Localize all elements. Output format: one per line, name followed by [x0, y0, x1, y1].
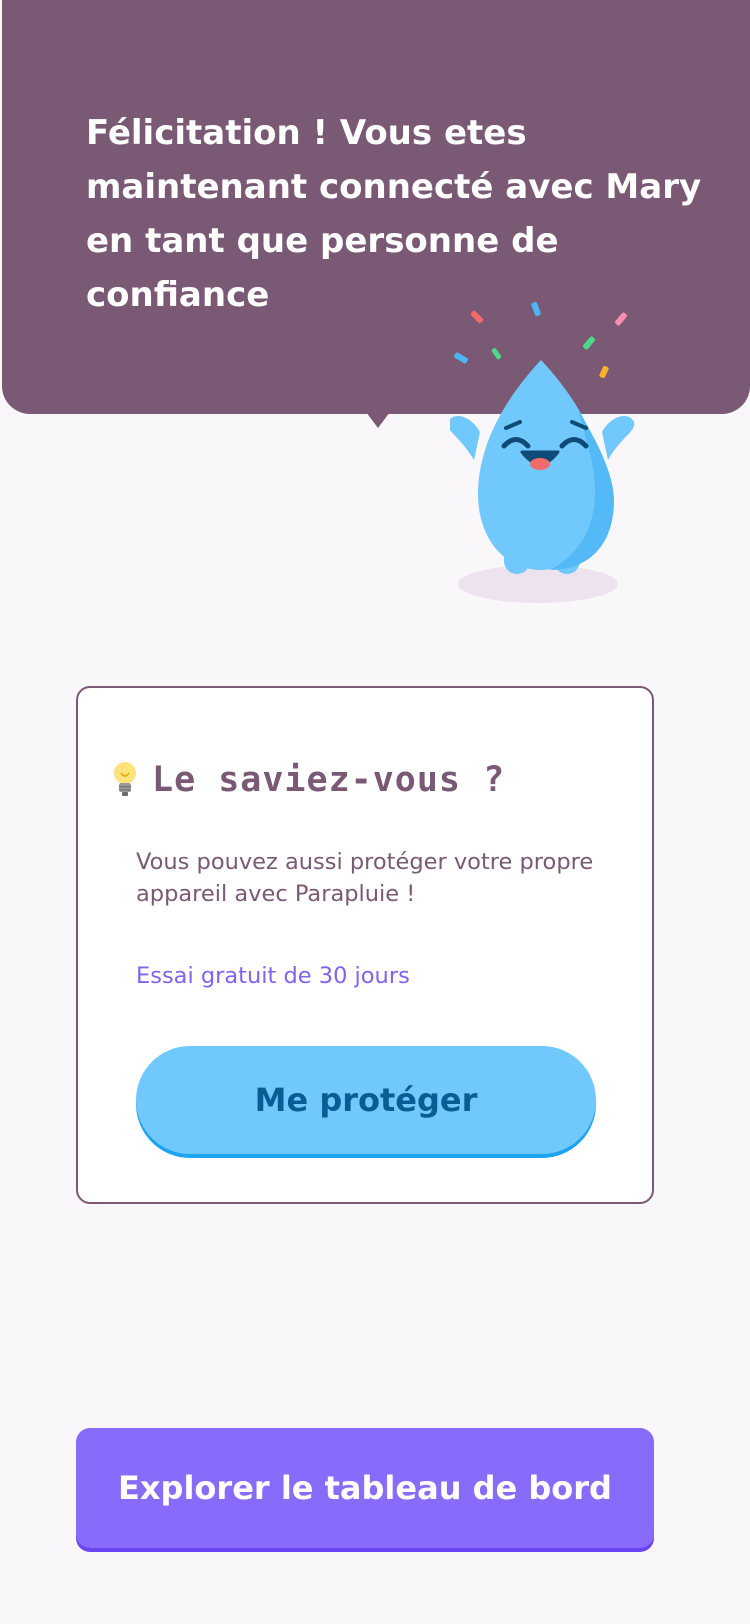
- speech-bubble-tail: [366, 412, 390, 428]
- happy-water-drop-mascot-icon: [450, 301, 635, 603]
- card-description: Vous pouvez aussi protéger votre propre …: [136, 849, 594, 907]
- congratulations-title: Félicitation ! Vous etes maintenant conn…: [86, 113, 702, 315]
- free-trial-text: Essai gratuit de 30 jours: [136, 963, 410, 989]
- did-you-know-card: Le saviez-vous ? Vous pouvez aussi proté…: [76, 686, 654, 1204]
- protect-me-button[interactable]: Me protéger: [136, 1046, 596, 1154]
- card-title: Le saviez-vous ?: [152, 760, 506, 800]
- lightbulb-icon: [114, 762, 136, 796]
- explore-dashboard-button[interactable]: Explorer le tableau de bord: [76, 1428, 654, 1548]
- card-heading: Le saviez-vous ?: [112, 760, 505, 800]
